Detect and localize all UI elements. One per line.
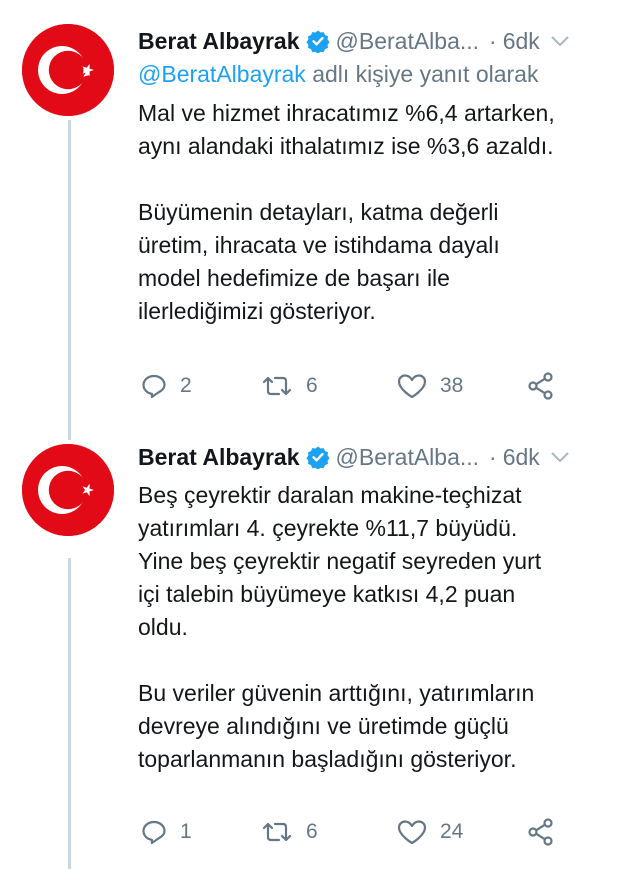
- avatar[interactable]: [22, 24, 114, 116]
- tweet-content: Berat Albayrak @BeratAlba... · 6dk @Bera…: [138, 24, 620, 328]
- tweet-content: Berat Albayrak @BeratAlba... · 6dk Beş ç…: [138, 440, 620, 776]
- tweet-paragraph: Bu veriler güvenin arttığını, yatırımlar…: [138, 680, 535, 772]
- reply-mention-link[interactable]: @BeratAlbayrak: [138, 61, 306, 87]
- tweet-actions: 1 6 24: [138, 815, 558, 849]
- separator-dot: ·: [489, 443, 497, 470]
- reply-icon: [142, 374, 166, 399]
- reply-count: 1: [180, 820, 192, 843]
- like-count: 38: [440, 374, 464, 397]
- retweet-count: 6: [306, 374, 318, 397]
- share-icon: [528, 372, 553, 400]
- share-button[interactable]: [526, 815, 556, 849]
- avatar[interactable]: [22, 444, 114, 536]
- like-button[interactable]: 38: [396, 369, 463, 403]
- chevron-down-icon[interactable]: [550, 34, 570, 48]
- share-button[interactable]: [526, 369, 556, 403]
- tweet-time[interactable]: 6dk: [503, 28, 540, 55]
- turkish-flag-avatar-icon: [22, 444, 114, 536]
- tweet-2[interactable]: Berat Albayrak @BeratAlba... · 6dk Beş ç…: [0, 420, 626, 869]
- reply-button[interactable]: 2: [140, 369, 192, 403]
- reply-context-text: adlı kişiye yanıt olarak: [305, 61, 539, 87]
- tweet-paragraph: Büyümenin detayları, katma değerli üreti…: [138, 199, 500, 324]
- tweet-1[interactable]: Berat Albayrak @BeratAlba... · 6dk @Bera…: [0, 0, 626, 420]
- chevron-down-icon[interactable]: [550, 450, 570, 464]
- verified-badge-icon: [305, 445, 330, 469]
- tweet-header: Berat Albayrak @BeratAlba... · 6dk: [138, 24, 620, 58]
- like-count: 24: [440, 820, 464, 843]
- tweet-text: Beş çeyrektir daralan makine-teçhizat ya…: [138, 479, 620, 776]
- tweet-paragraph: Beş çeyrektir daralan makine-teçhizat ya…: [138, 482, 542, 640]
- tweet-actions: 2 6 38: [138, 369, 558, 403]
- author-handle[interactable]: @BeratAlba...: [336, 28, 480, 55]
- reply-context: @BeratAlbayrak adlı kişiye yanıt olarak: [138, 58, 620, 90]
- reply-icon: [142, 820, 166, 845]
- retweet-icon: [262, 822, 292, 842]
- like-button[interactable]: 24: [396, 815, 463, 849]
- author-handle[interactable]: @BeratAlba...: [336, 444, 480, 471]
- verified-badge-icon: [305, 29, 330, 53]
- retweet-button[interactable]: 6: [260, 369, 318, 403]
- author-name[interactable]: Berat Albayrak: [138, 444, 300, 471]
- share-icon: [528, 818, 553, 846]
- author-name[interactable]: Berat Albayrak: [138, 28, 300, 55]
- retweet-button[interactable]: 6: [260, 815, 318, 849]
- separator-dot: ·: [489, 27, 497, 54]
- like-icon: [397, 374, 427, 399]
- reply-button[interactable]: 1: [140, 815, 192, 849]
- turkish-flag-avatar-icon: [22, 24, 114, 116]
- tweet-paragraph: Mal ve hizmet ihracatımız %6,4 artarken,…: [138, 100, 555, 159]
- tweet-time[interactable]: 6dk: [503, 444, 540, 471]
- retweet-count: 6: [306, 820, 318, 843]
- tweet-text: Mal ve hizmet ihracatımız %6,4 artarken,…: [138, 97, 620, 328]
- retweet-icon: [262, 376, 292, 396]
- reply-count: 2: [180, 374, 192, 397]
- like-icon: [397, 820, 427, 845]
- tweet-header: Berat Albayrak @BeratAlba... · 6dk: [138, 440, 620, 474]
